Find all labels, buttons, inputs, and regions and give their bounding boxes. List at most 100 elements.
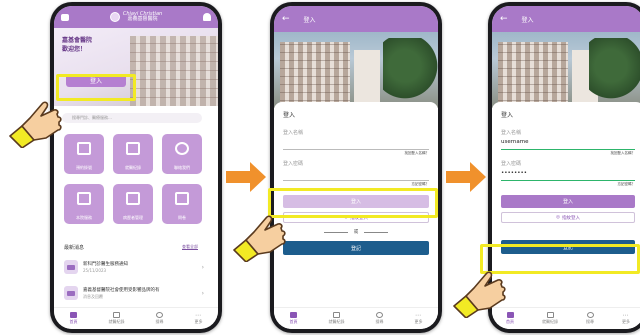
tab-search[interactable]: 搜尋 (376, 312, 384, 325)
tile-survey[interactable]: 問卷 (162, 184, 202, 224)
chat-icon[interactable] (61, 13, 69, 21)
tab-search[interactable]: 搜尋 (586, 312, 594, 325)
bell-icon[interactable] (203, 13, 211, 21)
forgot-username-link[interactable]: 找回登入名稱？ (501, 151, 636, 156)
bottom-tabbar: 首頁 就醫紀錄 搜尋 ⋯ 更多 (274, 307, 438, 329)
news-thumbnail (64, 260, 78, 274)
forgot-password-link[interactable]: 忘記密碼？ (283, 182, 430, 187)
login-screen-empty: ← 登入 登入 登入名稱 找回登入名稱？ 登入密碼 忘記密碼？ 登入 ◎ 指紋登入… (274, 6, 438, 329)
hero-banner: 嘉基會醫院 歡迎您！ 登入 (54, 28, 218, 106)
tab-more[interactable]: ⋯ 更多 (622, 312, 630, 325)
bottom-tabbar: 首頁 就醫紀錄 搜尋 ⋯ 更多 (54, 307, 218, 329)
search-icon (156, 312, 163, 318)
username-label: 登入名稱 (283, 130, 304, 136)
phone-login-empty: ← 登入 登入 登入名稱 找回登入名稱？ 登入密碼 忘記密碼？ 登入 ◎ 指紋登入… (270, 2, 442, 333)
tile-services[interactable]: 本院服務 (64, 184, 104, 224)
tab-more[interactable]: ⋯ 更多 (195, 312, 203, 325)
home-screen: Chiayi Christian 嘉義基督醫院 嘉基會醫院 歡迎您！ 登入 搜尋… (54, 6, 218, 329)
hospital-photo (274, 32, 438, 108)
search-icon (586, 312, 594, 318)
greeting-line-2: 歡迎您！ (62, 46, 87, 53)
greeting-line-1: 嘉基會醫院 (62, 37, 93, 44)
login-appbar: ← 登入 (274, 6, 438, 32)
password-field[interactable] (283, 170, 429, 178)
tab-home[interactable]: 首頁 (70, 312, 78, 325)
fingerprint-icon: ◎ (344, 215, 348, 220)
password-label: 登入密碼 (283, 161, 304, 167)
login-screen-filled: ← 登入 登入 登入名稱 username 找回登入名稱？ 登入密碼 •••••… (492, 6, 640, 329)
password-label: 登入密碼 (501, 161, 522, 167)
username-field[interactable]: username (501, 139, 635, 147)
register-button[interactable]: 登記 (283, 241, 429, 255)
tab-more[interactable]: ⋯ 更多 (415, 312, 423, 325)
home-icon (70, 312, 77, 318)
tile-medical-record[interactable]: 就醫紀錄 (113, 134, 153, 174)
more-icon: ⋯ (195, 312, 201, 319)
document-icon (333, 312, 340, 318)
bottom-tabbar: 首頁 就醫紀錄 搜尋 ⋯ 更多 (492, 307, 640, 329)
survey-icon (175, 192, 189, 205)
hospital-logo-icon (109, 12, 120, 22)
chevron-right-icon: › (201, 263, 204, 271)
brand: Chiayi Christian 嘉義基督醫院 (109, 12, 162, 22)
step-arrow-icon (226, 162, 266, 192)
tile-appointment[interactable]: 預約掛號 (64, 134, 104, 174)
pointing-hand-icon (232, 206, 294, 263)
news-view-all-link[interactable]: 查看全部 (182, 244, 198, 250)
or-divider: 或 (283, 229, 429, 235)
card-title: 登入 (501, 112, 514, 119)
search-input[interactable]: 搜尋門診、醫療服務… (62, 113, 202, 123)
pointing-hand-icon (452, 262, 514, 319)
more-icon: ⋯ (622, 312, 629, 319)
back-arrow-icon[interactable]: ← (282, 14, 290, 24)
tile-patient-manage[interactable]: 病歷者管理 (113, 184, 153, 224)
username-field[interactable] (283, 139, 429, 147)
fingerprint-icon: ◎ (556, 215, 560, 220)
tab-records[interactable]: 就醫紀錄 (542, 312, 558, 325)
tile-contact[interactable]: 聯絡我們 (162, 134, 202, 174)
fingerprint-login-button[interactable]: ◎ 指紋登入 (283, 212, 429, 223)
home-icon (290, 312, 297, 318)
back-arrow-icon[interactable]: ← (500, 14, 508, 24)
tab-search[interactable]: 搜尋 (156, 312, 164, 325)
card-title: 登入 (283, 112, 296, 119)
document-icon (546, 312, 554, 318)
tab-records[interactable]: 就醫紀錄 (109, 312, 125, 325)
login-title: 登入 (303, 16, 316, 24)
tab-records[interactable]: 就醫紀錄 (329, 312, 345, 325)
register-button[interactable]: 登記 (501, 240, 635, 254)
building-icon (77, 192, 91, 205)
hospital-building-image (130, 36, 218, 106)
chevron-right-icon: › (201, 289, 204, 297)
users-icon (126, 192, 140, 205)
home-login-button[interactable]: 登入 (66, 74, 126, 87)
service-grid: 預約掛號 就醫紀錄 聯絡我們 本院服務 病歷者管理 問卷 (64, 134, 204, 224)
hospital-photo (492, 32, 640, 108)
more-icon: ⋯ (415, 312, 421, 319)
forgot-username-link[interactable]: 找回登入名稱？ (283, 151, 430, 156)
news-heading: 最新消息 (64, 245, 85, 251)
login-title: 登入 (521, 16, 534, 24)
news-thumbnail (64, 286, 78, 300)
login-appbar: ← 登入 (492, 6, 640, 32)
password-field[interactable]: •••••••• (501, 170, 635, 178)
search-icon (376, 312, 383, 318)
pointing-hand-icon (8, 92, 70, 149)
step-arrow-icon (446, 162, 486, 192)
login-button[interactable]: 登入 (283, 195, 429, 208)
brand-chinese: 嘉義基督醫院 (127, 16, 158, 22)
login-button[interactable]: 登入 (501, 195, 635, 208)
news-item[interactable]: 嘉義基督醫院社會使用受影響品牌的有 消息及回覆 › (64, 282, 204, 304)
login-card: 登入 登入名稱 username 找回登入名稱？ 登入密碼 •••••••• 忘… (492, 102, 640, 329)
login-card: 登入 登入名稱 找回登入名稱？ 登入密碼 忘記密碼？ 登入 ◎ 指紋登入 或 登記 (274, 102, 438, 329)
document-icon (113, 312, 120, 318)
location-pin-icon (175, 142, 189, 155)
news-item[interactable]: 新科門診醫生服務通知 25/11/2023 › (64, 256, 204, 278)
forgot-password-link[interactable]: 忘記密碼？ (501, 182, 636, 187)
tab-home[interactable]: 首頁 (290, 312, 298, 325)
tutorial-stage: Chiayi Christian 嘉義基督醫院 嘉基會醫院 歡迎您！ 登入 搜尋… (0, 0, 640, 335)
clipboard-icon (126, 142, 140, 155)
home-header: Chiayi Christian 嘉義基督醫院 (54, 6, 218, 28)
fingerprint-login-button[interactable]: ◎ 指紋登入 (501, 212, 635, 223)
username-label: 登入名稱 (501, 130, 522, 136)
